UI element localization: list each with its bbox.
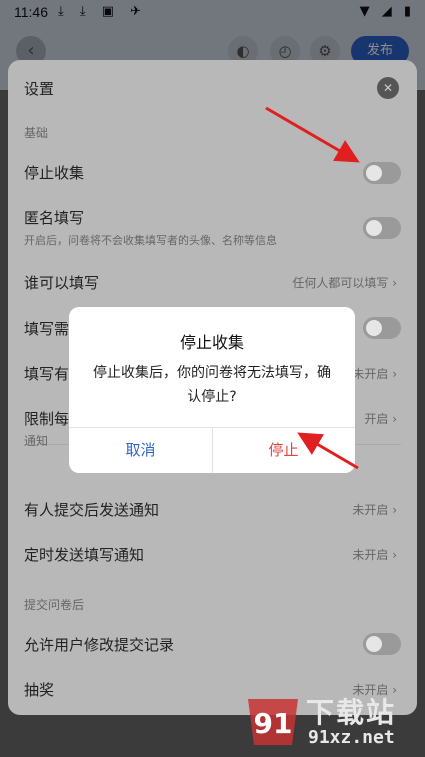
arrow-to-stop <box>297 432 359 470</box>
watermark: 91 下载站 91xz.net <box>242 689 417 751</box>
watermark-logo-icon: 91 <box>248 699 298 745</box>
annotation-arrows <box>265 106 360 470</box>
watermark-url: 91xz.net <box>308 727 395 748</box>
arrow-to-toggle <box>265 106 360 163</box>
watermark-title: 下载站 <box>306 696 397 729</box>
watermark-badge-text: 91 <box>254 707 293 740</box>
